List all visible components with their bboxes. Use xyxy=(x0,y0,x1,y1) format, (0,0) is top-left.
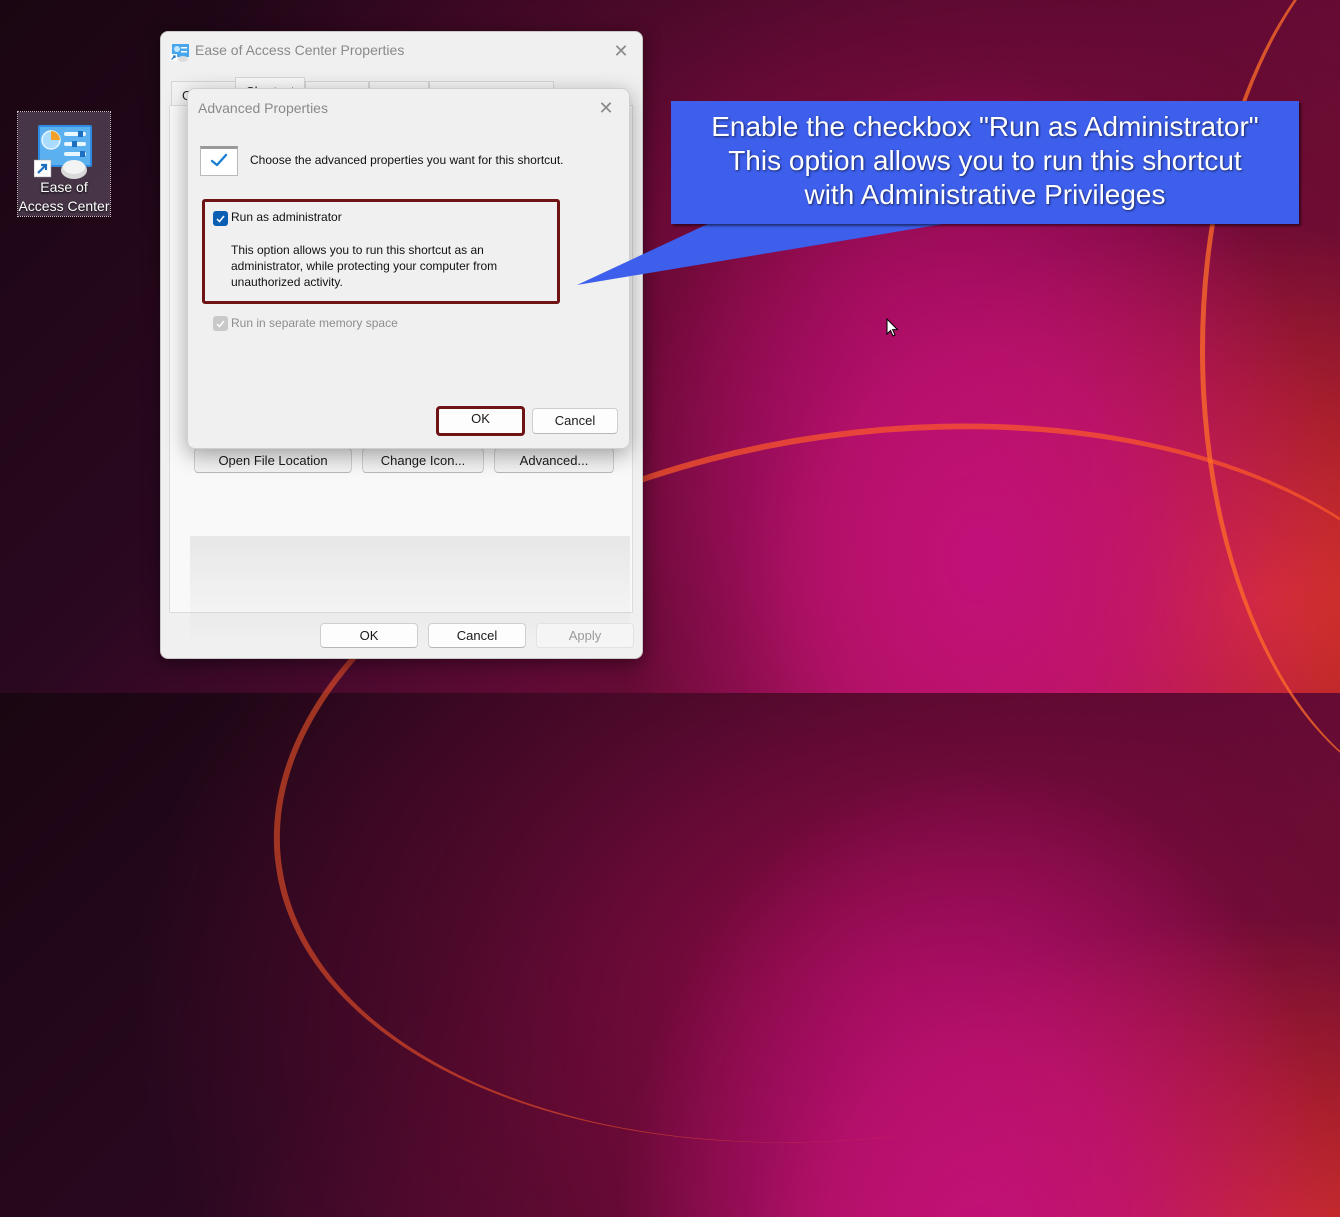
run-as-administrator-checkbox[interactable] xyxy=(213,211,228,226)
run-in-separate-memory-space-label: Run in separate memory space xyxy=(231,316,398,330)
run-as-administrator-description: This option allows you to run this short… xyxy=(231,243,498,289)
annotation-callout: Enable the checkbox "Run as Administrato… xyxy=(671,101,1299,224)
advanced-dialog-close-button[interactable]: ✕ xyxy=(593,95,619,121)
shortcut-properties-icon xyxy=(200,146,238,176)
properties-titlebar[interactable]: Ease of Access Center Properties ✕ xyxy=(161,32,642,70)
change-icon-button[interactable]: Change Icon... xyxy=(362,448,484,473)
properties-close-button[interactable]: ✕ xyxy=(608,38,634,64)
close-icon: ✕ xyxy=(613,41,629,61)
desktop-icon-label-line2: Access Center xyxy=(18,198,110,214)
annotation-line-2: This option allows you to run this short… xyxy=(728,145,1242,176)
properties-window-title: Ease of Access Center Properties xyxy=(195,42,405,58)
run-in-separate-memory-space-checkbox[interactable] xyxy=(213,316,228,331)
run-as-administrator-label[interactable]: Run as administrator xyxy=(231,210,342,224)
annotation-line-1: Enable the checkbox "Run as Administrato… xyxy=(711,111,1259,142)
apply-button[interactable]: Apply xyxy=(536,623,634,648)
app-icon xyxy=(170,44,189,62)
advanced-properties-dialog: Advanced Properties ✕ Choose the advance… xyxy=(187,88,630,449)
checkmark-icon xyxy=(216,320,225,328)
advanced-cancel-button[interactable]: Cancel xyxy=(532,408,618,434)
advanced-button[interactable]: Advanced... xyxy=(494,448,614,473)
advanced-dialog-header-text: Choose the advanced properties you want … xyxy=(250,153,564,167)
checkmark-icon xyxy=(216,215,225,223)
checkmark-icon xyxy=(210,153,228,167)
annotation-line-3: with Administrative Privileges xyxy=(804,179,1166,210)
advanced-ok-button[interactable]: OK xyxy=(436,406,525,436)
desktop-shortcut-ease-of-access-center[interactable]: Ease of Access Center xyxy=(17,111,111,217)
properties-cancel-button[interactable]: Cancel xyxy=(428,623,526,648)
advanced-dialog-title: Advanced Properties xyxy=(198,100,328,116)
desktop-icon-label-line1: Ease of xyxy=(40,179,88,195)
control-panel-icon xyxy=(34,125,92,179)
mouse-cursor-icon xyxy=(886,318,899,337)
open-file-location-button[interactable]: Open File Location xyxy=(194,448,352,473)
properties-ok-button[interactable]: OK xyxy=(320,623,418,648)
close-icon: ✕ xyxy=(598,98,614,118)
